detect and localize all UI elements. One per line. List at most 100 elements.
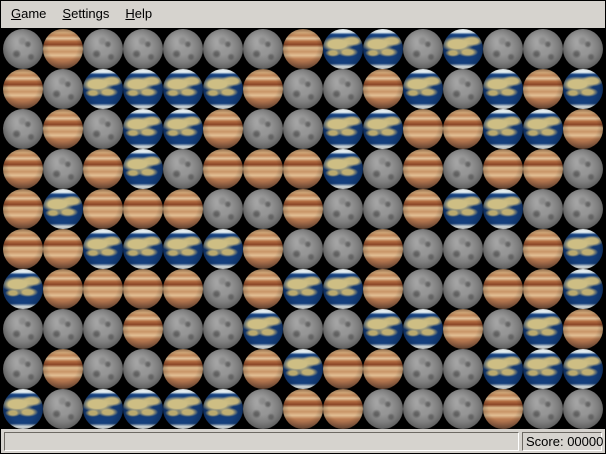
earth-ball[interactable] xyxy=(443,189,483,229)
jupiter-ball[interactable] xyxy=(123,269,163,309)
moon-ball[interactable] xyxy=(483,309,523,349)
earth-ball[interactable] xyxy=(203,229,243,269)
earth-ball[interactable] xyxy=(283,349,323,389)
jupiter-ball[interactable] xyxy=(483,269,523,309)
jupiter-ball[interactable] xyxy=(123,309,163,349)
moon-ball[interactable] xyxy=(3,109,43,149)
moon-ball[interactable] xyxy=(523,29,563,69)
jupiter-ball[interactable] xyxy=(283,389,323,429)
moon-ball[interactable] xyxy=(243,109,283,149)
moon-ball[interactable] xyxy=(83,29,123,69)
menu-item-game[interactable]: Game xyxy=(3,1,54,28)
moon-ball[interactable] xyxy=(3,309,43,349)
earth-ball[interactable] xyxy=(203,389,243,429)
jupiter-ball[interactable] xyxy=(43,109,83,149)
jupiter-ball[interactable] xyxy=(243,149,283,189)
moon-ball[interactable] xyxy=(443,269,483,309)
moon-ball[interactable] xyxy=(523,389,563,429)
earth-ball[interactable] xyxy=(163,109,203,149)
earth-ball[interactable] xyxy=(163,229,203,269)
moon-ball[interactable] xyxy=(203,349,243,389)
earth-ball[interactable] xyxy=(563,229,603,269)
jupiter-ball[interactable] xyxy=(523,269,563,309)
moon-ball[interactable] xyxy=(83,109,123,149)
moon-ball[interactable] xyxy=(203,29,243,69)
moon-ball[interactable] xyxy=(443,69,483,109)
moon-ball[interactable] xyxy=(163,309,203,349)
jupiter-ball[interactable] xyxy=(323,349,363,389)
jupiter-ball[interactable] xyxy=(363,269,403,309)
moon-ball[interactable] xyxy=(483,29,523,69)
jupiter-ball[interactable] xyxy=(163,189,203,229)
moon-ball[interactable] xyxy=(43,149,83,189)
jupiter-ball[interactable] xyxy=(3,149,43,189)
moon-ball[interactable] xyxy=(243,389,283,429)
moon-ball[interactable] xyxy=(123,29,163,69)
earth-ball[interactable] xyxy=(203,69,243,109)
moon-ball[interactable] xyxy=(403,349,443,389)
jupiter-ball[interactable] xyxy=(243,229,283,269)
earth-ball[interactable] xyxy=(123,109,163,149)
moon-ball[interactable] xyxy=(443,229,483,269)
jupiter-ball[interactable] xyxy=(523,69,563,109)
jupiter-ball[interactable] xyxy=(43,229,83,269)
moon-ball[interactable] xyxy=(403,269,443,309)
moon-ball[interactable] xyxy=(323,69,363,109)
jupiter-ball[interactable] xyxy=(363,349,403,389)
jupiter-ball[interactable] xyxy=(243,349,283,389)
moon-ball[interactable] xyxy=(43,309,83,349)
moon-ball[interactable] xyxy=(123,349,163,389)
jupiter-ball[interactable] xyxy=(83,189,123,229)
menu-item-settings[interactable]: Settings xyxy=(54,1,117,28)
moon-ball[interactable] xyxy=(83,309,123,349)
earth-ball[interactable] xyxy=(323,29,363,69)
jupiter-ball[interactable] xyxy=(163,349,203,389)
jupiter-ball[interactable] xyxy=(563,109,603,149)
jupiter-ball[interactable] xyxy=(283,29,323,69)
jupiter-ball[interactable] xyxy=(3,69,43,109)
jupiter-ball[interactable] xyxy=(43,349,83,389)
earth-ball[interactable] xyxy=(123,229,163,269)
earth-ball[interactable] xyxy=(243,309,283,349)
jupiter-ball[interactable] xyxy=(283,189,323,229)
moon-ball[interactable] xyxy=(523,189,563,229)
moon-ball[interactable] xyxy=(243,29,283,69)
earth-ball[interactable] xyxy=(523,349,563,389)
moon-ball[interactable] xyxy=(563,29,603,69)
jupiter-ball[interactable] xyxy=(443,309,483,349)
moon-ball[interactable] xyxy=(283,309,323,349)
jupiter-ball[interactable] xyxy=(83,149,123,189)
moon-ball[interactable] xyxy=(323,229,363,269)
moon-ball[interactable] xyxy=(403,229,443,269)
jupiter-ball[interactable] xyxy=(163,269,203,309)
jupiter-ball[interactable] xyxy=(43,29,83,69)
jupiter-ball[interactable] xyxy=(403,109,443,149)
jupiter-ball[interactable] xyxy=(3,229,43,269)
moon-ball[interactable] xyxy=(323,309,363,349)
earth-ball[interactable] xyxy=(483,109,523,149)
moon-ball[interactable] xyxy=(3,29,43,69)
earth-ball[interactable] xyxy=(163,69,203,109)
jupiter-ball[interactable] xyxy=(563,309,603,349)
earth-ball[interactable] xyxy=(163,389,203,429)
earth-ball[interactable] xyxy=(323,269,363,309)
moon-ball[interactable] xyxy=(243,189,283,229)
moon-ball[interactable] xyxy=(43,69,83,109)
moon-ball[interactable] xyxy=(403,29,443,69)
earth-ball[interactable] xyxy=(3,389,43,429)
jupiter-ball[interactable] xyxy=(363,229,403,269)
moon-ball[interactable] xyxy=(323,189,363,229)
earth-ball[interactable] xyxy=(123,389,163,429)
jupiter-ball[interactable] xyxy=(3,189,43,229)
jupiter-ball[interactable] xyxy=(323,389,363,429)
earth-ball[interactable] xyxy=(123,69,163,109)
jupiter-ball[interactable] xyxy=(123,189,163,229)
moon-ball[interactable] xyxy=(203,309,243,349)
jupiter-ball[interactable] xyxy=(443,109,483,149)
jupiter-ball[interactable] xyxy=(203,109,243,149)
jupiter-ball[interactable] xyxy=(483,149,523,189)
moon-ball[interactable] xyxy=(43,389,83,429)
moon-ball[interactable] xyxy=(203,269,243,309)
jupiter-ball[interactable] xyxy=(483,389,523,429)
moon-ball[interactable] xyxy=(163,29,203,69)
